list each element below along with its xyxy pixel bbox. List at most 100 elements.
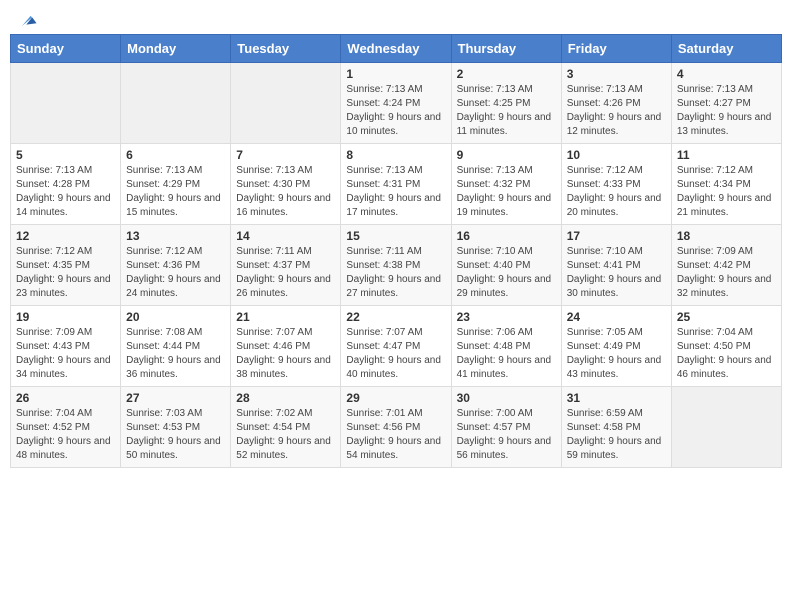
day-info: Sunrise: 7:02 AM Sunset: 4:54 PM Dayligh… (236, 407, 335, 463)
day-number: 28 (236, 391, 335, 405)
day-number: 7 (236, 148, 335, 162)
calendar-cell: 18 Sunrise: 7:09 AM Sunset: 4:42 PM Dayli… (671, 225, 781, 306)
calendar-cell (231, 63, 341, 144)
day-info: Sunrise: 7:12 AM Sunset: 4:36 PM Dayligh… (126, 245, 225, 301)
week-row-1: 1 Sunrise: 7:13 AM Sunset: 4:24 PM Daylig… (11, 63, 782, 144)
day-number: 29 (346, 391, 445, 405)
calendar-cell: 5 Sunrise: 7:13 AM Sunset: 4:28 PM Daylig… (11, 144, 121, 225)
day-info: Sunrise: 7:13 AM Sunset: 4:31 PM Dayligh… (346, 164, 445, 220)
day-number: 17 (567, 229, 666, 243)
calendar-cell: 22 Sunrise: 7:07 AM Sunset: 4:47 PM Dayli… (341, 306, 451, 387)
day-number: 5 (16, 148, 115, 162)
calendar-cell: 16Sunrise: 7:10 AM Sunset: 4:40 PM Dayli… (451, 225, 561, 306)
page-header (10, 10, 782, 26)
weekday-header-saturday: Saturday (671, 35, 781, 63)
calendar-cell: 2Sunrise: 7:13 AM Sunset: 4:25 PM Daylig… (451, 63, 561, 144)
calendar-cell: 14 Sunrise: 7:11 AM Sunset: 4:37 PM Dayli… (231, 225, 341, 306)
calendar-cell: 19 Sunrise: 7:09 AM Sunset: 4:43 PM Dayli… (11, 306, 121, 387)
calendar-cell: 10Sunrise: 7:12 AM Sunset: 4:33 PM Dayli… (561, 144, 671, 225)
calendar-table: SundayMondayTuesdayWednesdayThursdayFrid… (10, 34, 782, 468)
day-info: Sunrise: 7:13 AM Sunset: 4:24 PM Dayligh… (346, 83, 445, 139)
day-info: Sunrise: 7:04 AM Sunset: 4:50 PM Dayligh… (677, 326, 776, 382)
day-number: 6 (126, 148, 225, 162)
day-number: 27 (126, 391, 225, 405)
day-number: 24 (567, 310, 666, 324)
day-number: 23 (457, 310, 556, 324)
calendar-cell: 21 Sunrise: 7:07 AM Sunset: 4:46 PM Dayli… (231, 306, 341, 387)
day-number: 15 (346, 229, 445, 243)
day-info: Sunrise: 7:09 AM Sunset: 4:43 PM Dayligh… (16, 326, 115, 382)
weekday-header-row: SundayMondayTuesdayWednesdayThursdayFrid… (11, 35, 782, 63)
day-info: Sunrise: 7:01 AM Sunset: 4:56 PM Dayligh… (346, 407, 445, 463)
day-number: 14 (236, 229, 335, 243)
weekday-header-friday: Friday (561, 35, 671, 63)
weekday-header-wednesday: Wednesday (341, 35, 451, 63)
day-info: Sunrise: 7:10 AM Sunset: 4:41 PM Dayligh… (567, 245, 666, 301)
logo-icon (16, 10, 38, 32)
calendar-cell: 4Sunrise: 7:13 AM Sunset: 4:27 PM Daylig… (671, 63, 781, 144)
day-info: Sunrise: 7:00 AM Sunset: 4:57 PM Dayligh… (457, 407, 556, 463)
day-info: Sunrise: 6:59 AM Sunset: 4:58 PM Dayligh… (567, 407, 666, 463)
day-number: 25 (677, 310, 776, 324)
calendar-cell: 23 Sunrise: 7:06 AM Sunset: 4:48 PM Dayli… (451, 306, 561, 387)
weekday-header-thursday: Thursday (451, 35, 561, 63)
day-number: 30 (457, 391, 556, 405)
day-info: Sunrise: 7:08 AM Sunset: 4:44 PM Dayligh… (126, 326, 225, 382)
day-info: Sunrise: 7:11 AM Sunset: 4:37 PM Dayligh… (236, 245, 335, 301)
day-number: 18 (677, 229, 776, 243)
calendar-cell: 26Sunrise: 7:04 AM Sunset: 4:52 PM Dayli… (11, 387, 121, 468)
day-number: 13 (126, 229, 225, 243)
day-info: Sunrise: 7:07 AM Sunset: 4:46 PM Dayligh… (236, 326, 335, 382)
day-number: 1 (346, 67, 445, 81)
week-row-4: 19 Sunrise: 7:09 AM Sunset: 4:43 PM Dayli… (11, 306, 782, 387)
day-info: Sunrise: 7:13 AM Sunset: 4:28 PM Dayligh… (16, 164, 115, 220)
day-info: Sunrise: 7:09 AM Sunset: 4:42 PM Dayligh… (677, 245, 776, 301)
day-info: Sunrise: 7:07 AM Sunset: 4:47 PM Dayligh… (346, 326, 445, 382)
day-info: Sunrise: 7:13 AM Sunset: 4:26 PM Dayligh… (567, 83, 666, 139)
day-number: 3 (567, 67, 666, 81)
day-number: 9 (457, 148, 556, 162)
calendar-cell: 8Sunrise: 7:13 AM Sunset: 4:31 PM Daylig… (341, 144, 451, 225)
calendar-cell: 27 Sunrise: 7:03 AM Sunset: 4:53 PM Dayli… (121, 387, 231, 468)
week-row-3: 12 Sunrise: 7:12 AM Sunset: 4:35 PM Dayli… (11, 225, 782, 306)
day-info: Sunrise: 7:13 AM Sunset: 4:29 PM Dayligh… (126, 164, 225, 220)
day-number: 22 (346, 310, 445, 324)
calendar-cell: 9 Sunrise: 7:13 AM Sunset: 4:32 PM Daylig… (451, 144, 561, 225)
calendar-cell: 12 Sunrise: 7:12 AM Sunset: 4:35 PM Dayli… (11, 225, 121, 306)
day-number: 10 (567, 148, 666, 162)
calendar-cell: 3 Sunrise: 7:13 AM Sunset: 4:26 PM Daylig… (561, 63, 671, 144)
calendar-cell: 31Sunrise: 6:59 AM Sunset: 4:58 PM Dayli… (561, 387, 671, 468)
day-info: Sunrise: 7:11 AM Sunset: 4:38 PM Dayligh… (346, 245, 445, 301)
calendar-cell: 28 Sunrise: 7:02 AM Sunset: 4:54 PM Dayli… (231, 387, 341, 468)
calendar-cell: 30 Sunrise: 7:00 AM Sunset: 4:57 PM Dayli… (451, 387, 561, 468)
calendar-cell: 13 Sunrise: 7:12 AM Sunset: 4:36 PM Dayli… (121, 225, 231, 306)
calendar-cell: 1 Sunrise: 7:13 AM Sunset: 4:24 PM Daylig… (341, 63, 451, 144)
day-info: Sunrise: 7:10 AM Sunset: 4:40 PM Dayligh… (457, 245, 556, 301)
day-number: 26 (16, 391, 115, 405)
week-row-2: 5 Sunrise: 7:13 AM Sunset: 4:28 PM Daylig… (11, 144, 782, 225)
weekday-header-sunday: Sunday (11, 35, 121, 63)
day-info: Sunrise: 7:13 AM Sunset: 4:27 PM Dayligh… (677, 83, 776, 139)
weekday-header-tuesday: Tuesday (231, 35, 341, 63)
week-row-5: 26Sunrise: 7:04 AM Sunset: 4:52 PM Dayli… (11, 387, 782, 468)
calendar-cell: 20Sunrise: 7:08 AM Sunset: 4:44 PM Dayli… (121, 306, 231, 387)
day-info: Sunrise: 7:03 AM Sunset: 4:53 PM Dayligh… (126, 407, 225, 463)
calendar-cell: 11Sunrise: 7:12 AM Sunset: 4:34 PM Dayli… (671, 144, 781, 225)
day-number: 12 (16, 229, 115, 243)
day-number: 21 (236, 310, 335, 324)
calendar-cell: 15 Sunrise: 7:11 AM Sunset: 4:38 PM Dayli… (341, 225, 451, 306)
calendar-cell: 29 Sunrise: 7:01 AM Sunset: 4:56 PM Dayli… (341, 387, 451, 468)
day-info: Sunrise: 7:06 AM Sunset: 4:48 PM Dayligh… (457, 326, 556, 382)
day-number: 11 (677, 148, 776, 162)
calendar-cell (121, 63, 231, 144)
day-info: Sunrise: 7:13 AM Sunset: 4:25 PM Dayligh… (457, 83, 556, 139)
day-info: Sunrise: 7:13 AM Sunset: 4:32 PM Dayligh… (457, 164, 556, 220)
weekday-header-monday: Monday (121, 35, 231, 63)
calendar-cell: 24 Sunrise: 7:05 AM Sunset: 4:49 PM Dayli… (561, 306, 671, 387)
logo (14, 10, 38, 26)
day-info: Sunrise: 7:05 AM Sunset: 4:49 PM Dayligh… (567, 326, 666, 382)
day-info: Sunrise: 7:12 AM Sunset: 4:35 PM Dayligh… (16, 245, 115, 301)
calendar-cell (671, 387, 781, 468)
day-number: 19 (16, 310, 115, 324)
calendar-cell: 6 Sunrise: 7:13 AM Sunset: 4:29 PM Daylig… (121, 144, 231, 225)
